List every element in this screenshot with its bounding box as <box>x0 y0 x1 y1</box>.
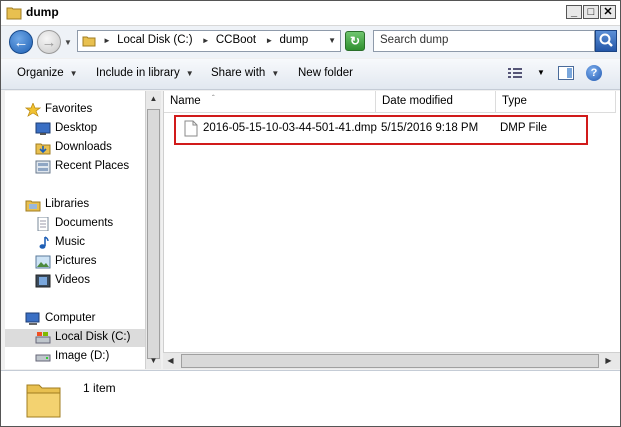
recent-places-icon <box>35 160 51 174</box>
title-bar[interactable]: dump _ □ ✕ <box>1 1 620 26</box>
include-in-library-label: Include in library <box>96 67 180 79</box>
address-bar[interactable]: ► Local Disk (C:) ► CCBoot ► dump ▼ <box>77 30 341 52</box>
recent-pages-dropdown-icon[interactable]: ▼ <box>64 38 72 47</box>
nav-libraries[interactable]: Libraries <box>5 196 145 214</box>
nav-scroll-thumb[interactable] <box>147 109 160 359</box>
help-icon[interactable]: ? <box>586 65 602 81</box>
nav-scrollbar[interactable]: ▲ ▼ <box>145 91 161 369</box>
command-bar: Organize ▼ Include in library ▼ Share with… <box>1 59 620 90</box>
new-folder-button[interactable]: New folder <box>298 67 353 79</box>
scroll-right-icon[interactable]: ▶ <box>601 353 616 368</box>
explorer-window: dump _ □ ✕ ← → ▼ ► Local Disk (C:) ► CCB… <box>0 0 621 427</box>
scroll-down-icon[interactable]: ▼ <box>146 353 161 369</box>
chevron-right-icon[interactable]: ► <box>103 36 111 45</box>
view-options-icon[interactable] <box>508 67 522 79</box>
breadcrumb-dump[interactable]: dump <box>279 34 308 46</box>
file-list: Name ˆ Date modified Type 2016-05-15-10-… <box>163 91 620 369</box>
column-name[interactable]: Name ˆ <box>164 91 376 113</box>
back-button[interactable]: ← <box>9 30 33 54</box>
star-icon <box>25 103 41 117</box>
arrow-left-icon: ← <box>13 34 29 51</box>
navigation-pane: Favorites Desktop Downloads Recent Place… <box>5 91 145 369</box>
drive-icon <box>35 354 51 362</box>
forward-button[interactable]: → <box>37 30 61 54</box>
file-name: 2016-05-15-10-03-44-501-41.dmp <box>203 122 377 134</box>
preview-pane-icon[interactable] <box>558 66 574 80</box>
pictures-icon <box>35 255 51 269</box>
item-count: 1 item <box>83 381 116 395</box>
computer-icon <box>25 312 40 325</box>
include-in-library-button[interactable]: Include in library ▼ <box>96 67 194 79</box>
nav-documents[interactable]: Documents <box>5 215 145 233</box>
nav-favorites[interactable]: Favorites <box>5 101 145 119</box>
documents-icon <box>37 217 49 231</box>
breadcrumb-ccboot[interactable]: CCBoot <box>216 34 256 46</box>
file-type: DMP File <box>500 122 548 134</box>
nav-videos[interactable]: Videos <box>5 272 145 290</box>
scroll-up-icon[interactable]: ▲ <box>146 91 161 107</box>
breadcrumb-local-disk[interactable]: Local Disk (C:) <box>117 34 192 46</box>
refresh-icon: ↻ <box>349 34 361 48</box>
nav-music[interactable]: Music <box>5 234 145 252</box>
nav-local-disk[interactable]: Local Disk (C:) <box>5 329 145 347</box>
column-date-modified[interactable]: Date modified <box>376 91 496 113</box>
view-dropdown-icon[interactable]: ▼ <box>537 68 545 77</box>
horizontal-scrollbar[interactable]: ◀ ▶ <box>163 352 620 369</box>
nav-image-drive[interactable]: Image (D:) <box>5 348 145 366</box>
libraries-icon <box>25 200 41 212</box>
nav-computer[interactable]: Computer <box>5 310 145 328</box>
minimize-button[interactable]: _ <box>566 5 582 19</box>
search-placeholder: Search dump <box>380 34 449 46</box>
chevron-right-icon[interactable]: ► <box>265 36 273 45</box>
chevron-right-icon[interactable]: ► <box>202 36 210 45</box>
search-button[interactable] <box>595 30 617 52</box>
file-icon <box>184 120 198 137</box>
folder-icon <box>26 384 61 418</box>
folder-icon <box>6 7 22 20</box>
refresh-button[interactable]: ↻ <box>345 31 365 51</box>
folder-icon <box>82 36 96 47</box>
downloads-icon <box>35 143 51 155</box>
music-icon <box>39 236 49 249</box>
nav-downloads[interactable]: Downloads <box>5 139 145 157</box>
chevron-down-icon: ▼ <box>69 69 78 78</box>
scroll-left-icon[interactable]: ◀ <box>163 353 178 368</box>
desktop-icon <box>35 122 51 135</box>
search-icon <box>599 33 613 47</box>
search-input[interactable]: Search dump <box>373 30 595 52</box>
close-button[interactable]: ✕ <box>600 5 616 19</box>
share-with-label: Share with <box>211 67 266 79</box>
chevron-down-icon: ▼ <box>271 69 280 78</box>
sort-ascending-icon: ˆ <box>212 94 215 103</box>
nav-pictures[interactable]: Pictures <box>5 253 145 271</box>
organize-button[interactable]: Organize ▼ <box>17 67 78 79</box>
column-type[interactable]: Type <box>496 91 616 113</box>
window-title: dump <box>26 5 59 19</box>
maximize-button[interactable]: □ <box>583 5 599 19</box>
share-with-button[interactable]: Share with ▼ <box>211 67 279 79</box>
file-date-modified: 5/15/2016 9:18 PM <box>381 122 479 134</box>
organize-label: Organize <box>17 67 64 79</box>
local-disk-icon <box>35 332 51 344</box>
horizontal-scroll-thumb[interactable] <box>181 354 599 368</box>
nav-desktop[interactable]: Desktop <box>5 120 145 138</box>
details-pane: 1 item <box>1 370 620 426</box>
table-row[interactable]: 2016-05-15-10-03-44-501-41.dmp 5/15/2016… <box>174 119 584 139</box>
nav-recent-places[interactable]: Recent Places <box>5 158 145 176</box>
address-row: ← → ▼ ► Local Disk (C:) ► CCBoot ► dump … <box>1 26 620 58</box>
chevron-down-icon: ▼ <box>185 69 194 78</box>
address-dropdown-icon[interactable]: ▼ <box>328 36 336 45</box>
videos-icon <box>35 274 51 288</box>
new-folder-label: New folder <box>298 67 353 79</box>
breadcrumb: ► Local Disk (C:) ► CCBoot ► dump <box>100 34 311 46</box>
arrow-right-icon: → <box>41 34 57 51</box>
